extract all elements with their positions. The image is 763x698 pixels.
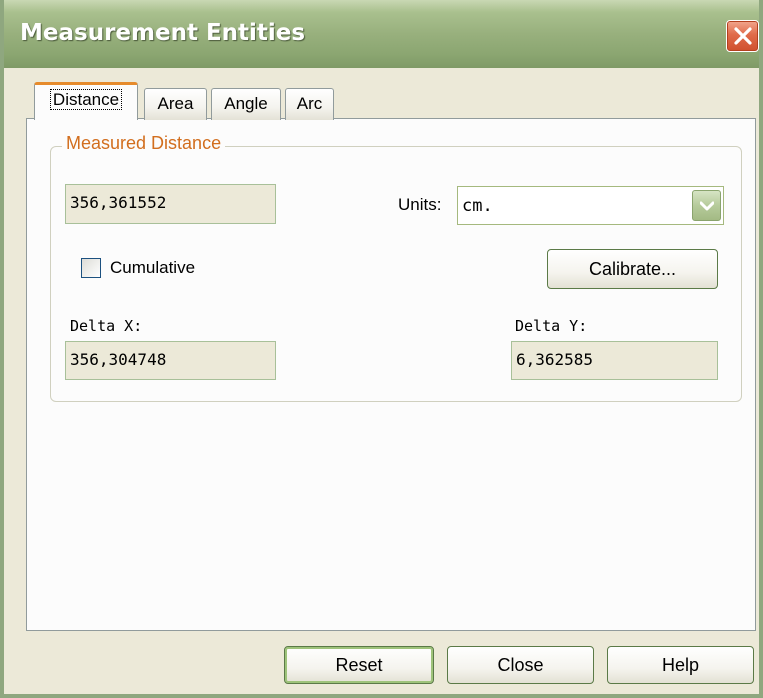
tab-distance-label: Distance (49, 89, 123, 110)
group-legend: Measured Distance (62, 133, 226, 154)
calibrate-button[interactable]: Calibrate... (547, 249, 718, 289)
close-button[interactable]: Close (447, 646, 594, 684)
window-title: Measurement Entities (20, 20, 306, 46)
tab-arc-label: Arc (296, 94, 323, 113)
delta-y-field[interactable]: 6,362585 (511, 341, 718, 380)
cumulative-label: Cumulative (110, 258, 196, 277)
units-select-value: cm. (462, 196, 493, 216)
measurement-dialog: Measurement Entities Distance Area Angle… (0, 0, 763, 698)
tab-angle-label: Angle (224, 94, 268, 113)
tab-distance[interactable]: Distance (34, 82, 138, 120)
units-label: Units: (398, 195, 442, 214)
close-icon (734, 27, 752, 45)
units-dropdown-button[interactable] (692, 190, 721, 221)
units-select[interactable]: cm. (457, 186, 724, 225)
title-bar[interactable]: Measurement Entities (4, 0, 759, 68)
tab-angle[interactable]: Angle (211, 88, 281, 120)
help-button[interactable]: Help (607, 646, 754, 684)
tab-arc[interactable]: Arc (285, 88, 334, 120)
reset-button[interactable]: Reset (284, 646, 434, 684)
measured-distance-field[interactable]: 356,361552 (65, 184, 276, 224)
delta-x-field[interactable]: 356,304748 (65, 341, 276, 380)
close-window-button[interactable] (726, 20, 759, 52)
delta-y-label: Delta Y: (515, 317, 588, 335)
tab-area-label: Area (157, 94, 194, 113)
delta-x-label: Delta X: (70, 317, 143, 335)
cumulative-checkbox[interactable] (81, 258, 101, 278)
chevron-down-icon (700, 201, 714, 211)
tab-area[interactable]: Area (144, 88, 207, 120)
